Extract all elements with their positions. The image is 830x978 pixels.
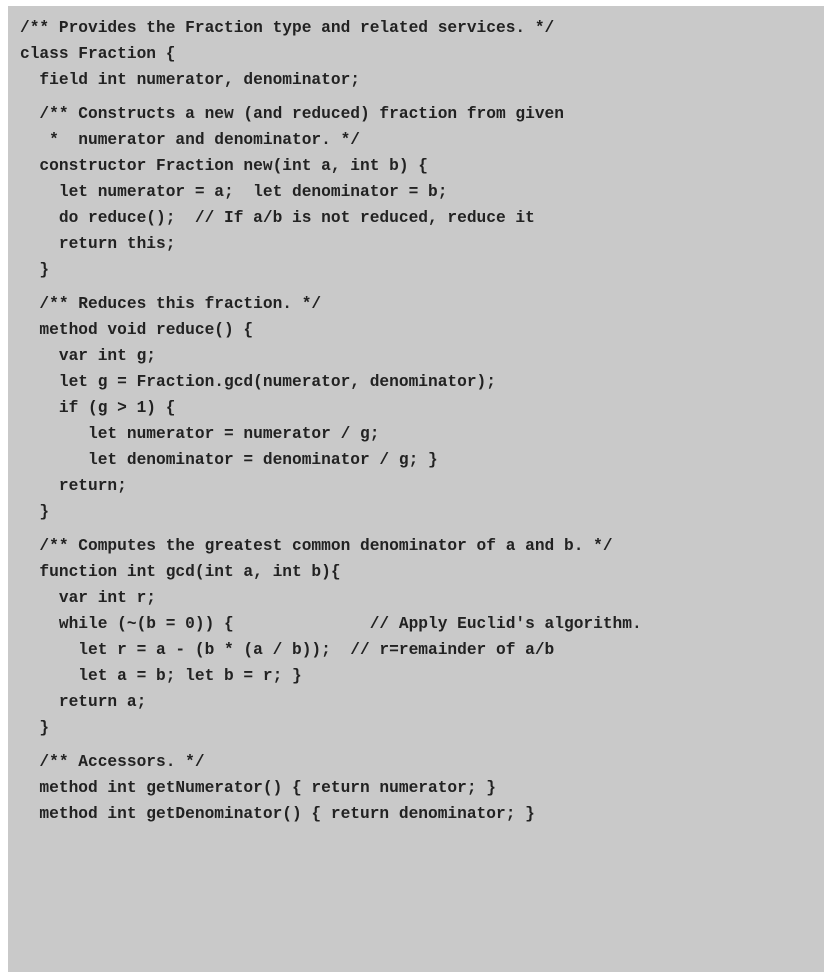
code-line-24: let r = a - (b * (a / b)); // r=remainde…	[20, 641, 555, 659]
code-line-6: constructor Fraction new(int a, int b) {	[20, 157, 428, 175]
code-line-30: method int getDenominator() { return den…	[20, 805, 535, 823]
code-line-4: /** Constructs a new (and reduced) fract…	[20, 105, 564, 123]
code-line-16: let numerator = numerator / g;	[20, 425, 380, 443]
code-line-7: let numerator = a; let denominator = b;	[20, 183, 448, 201]
code-line-26: return a;	[20, 693, 147, 711]
code-line-22: var int r;	[20, 589, 156, 607]
code-line-27: }	[20, 719, 50, 737]
code-line-2: class Fraction {	[20, 45, 176, 63]
code-line-10: }	[20, 261, 50, 279]
code-line-1: /** Provides the Fraction type and relat…	[20, 19, 555, 37]
code-line-14: let g = Fraction.gcd(numerator, denomina…	[20, 373, 496, 391]
code-line-9: return this;	[20, 235, 176, 253]
code-line-29: method int getNumerator() { return numer…	[20, 779, 496, 797]
code-line-20: /** Computes the greatest common denomin…	[20, 537, 613, 555]
code-line-15: if (g > 1) {	[20, 399, 176, 417]
code-listing: /** Provides the Fraction type and relat…	[8, 6, 824, 972]
code-line-3: field int numerator, denominator;	[20, 71, 360, 89]
code-line-5: * numerator and denominator. */	[20, 131, 360, 149]
code-line-23: while (~(b = 0)) { // Apply Euclid's alg…	[20, 615, 642, 633]
code-line-18: return;	[20, 477, 127, 495]
code-line-25: let a = b; let b = r; }	[20, 667, 302, 685]
code-line-28: /** Accessors. */	[20, 753, 205, 771]
code-line-13: var int g;	[20, 347, 156, 365]
code-line-21: function int gcd(int a, int b){	[20, 563, 341, 581]
code-line-19: }	[20, 503, 50, 521]
code-line-8: do reduce(); // If a/b is not reduced, r…	[20, 209, 535, 227]
code-line-12: method void reduce() {	[20, 321, 254, 339]
code-line-17: let denominator = denominator / g; }	[20, 451, 438, 469]
code-line-11: /** Reduces this fraction. */	[20, 295, 322, 313]
